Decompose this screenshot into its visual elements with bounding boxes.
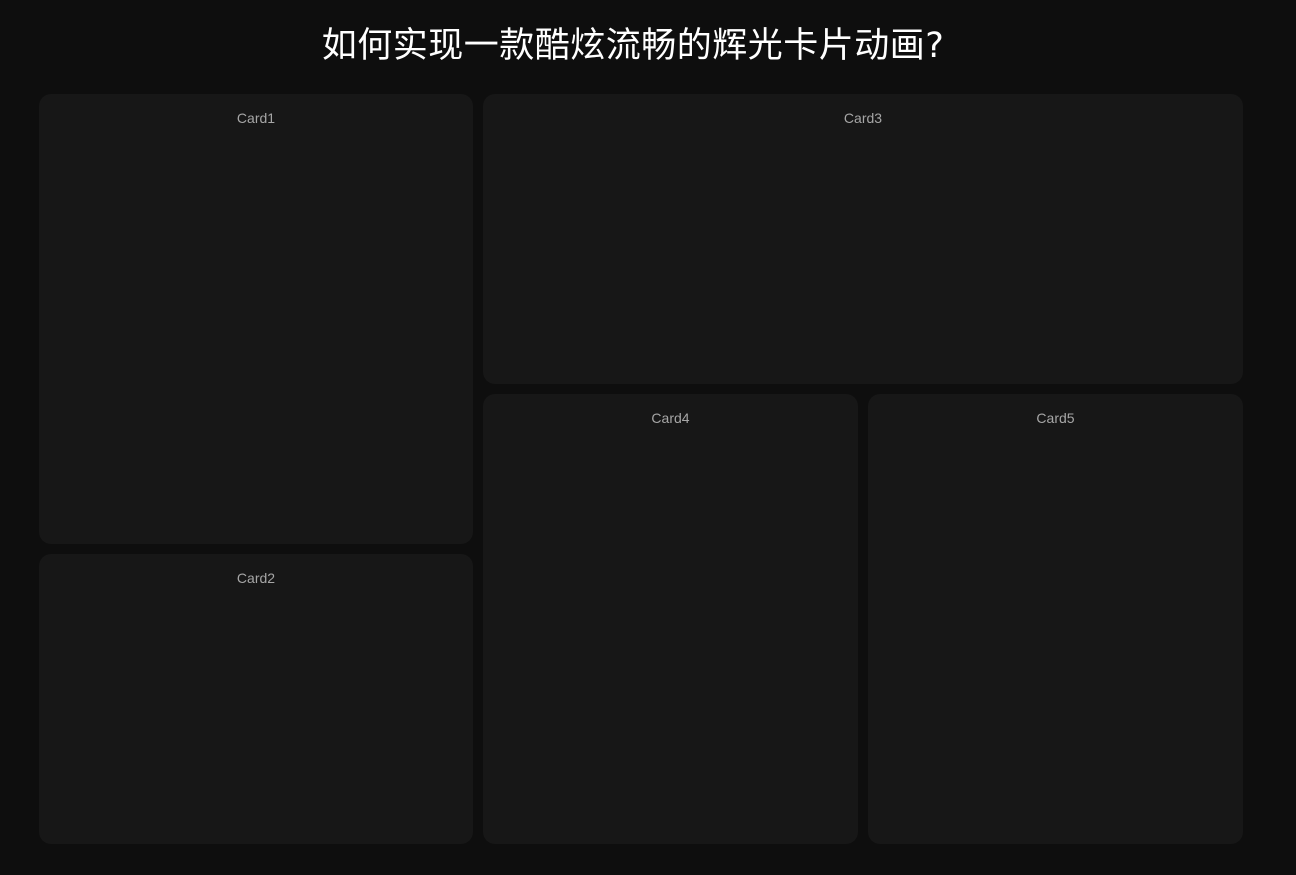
- page-title: 如何实现一款酷炫流畅的辉光卡片动画?: [321, 26, 945, 66]
- card-label: Card2: [236, 570, 276, 586]
- card-1[interactable]: Card1: [39, 94, 473, 544]
- card-label: Card5: [1036, 410, 1075, 426]
- card-label: Card3: [843, 110, 883, 126]
- card-3[interactable]: Card3: [483, 94, 1243, 384]
- card-label: Card1: [236, 110, 276, 126]
- page: 如何实现一款酷炫流畅的辉光卡片动画? Card1 Card2 Card3 Car…: [0, 0, 1296, 875]
- card-4[interactable]: Card4: [483, 394, 858, 844]
- card-5[interactable]: Card5: [868, 394, 1243, 844]
- card-2[interactable]: Card2: [39, 554, 473, 844]
- card-label: Card4: [651, 410, 690, 426]
